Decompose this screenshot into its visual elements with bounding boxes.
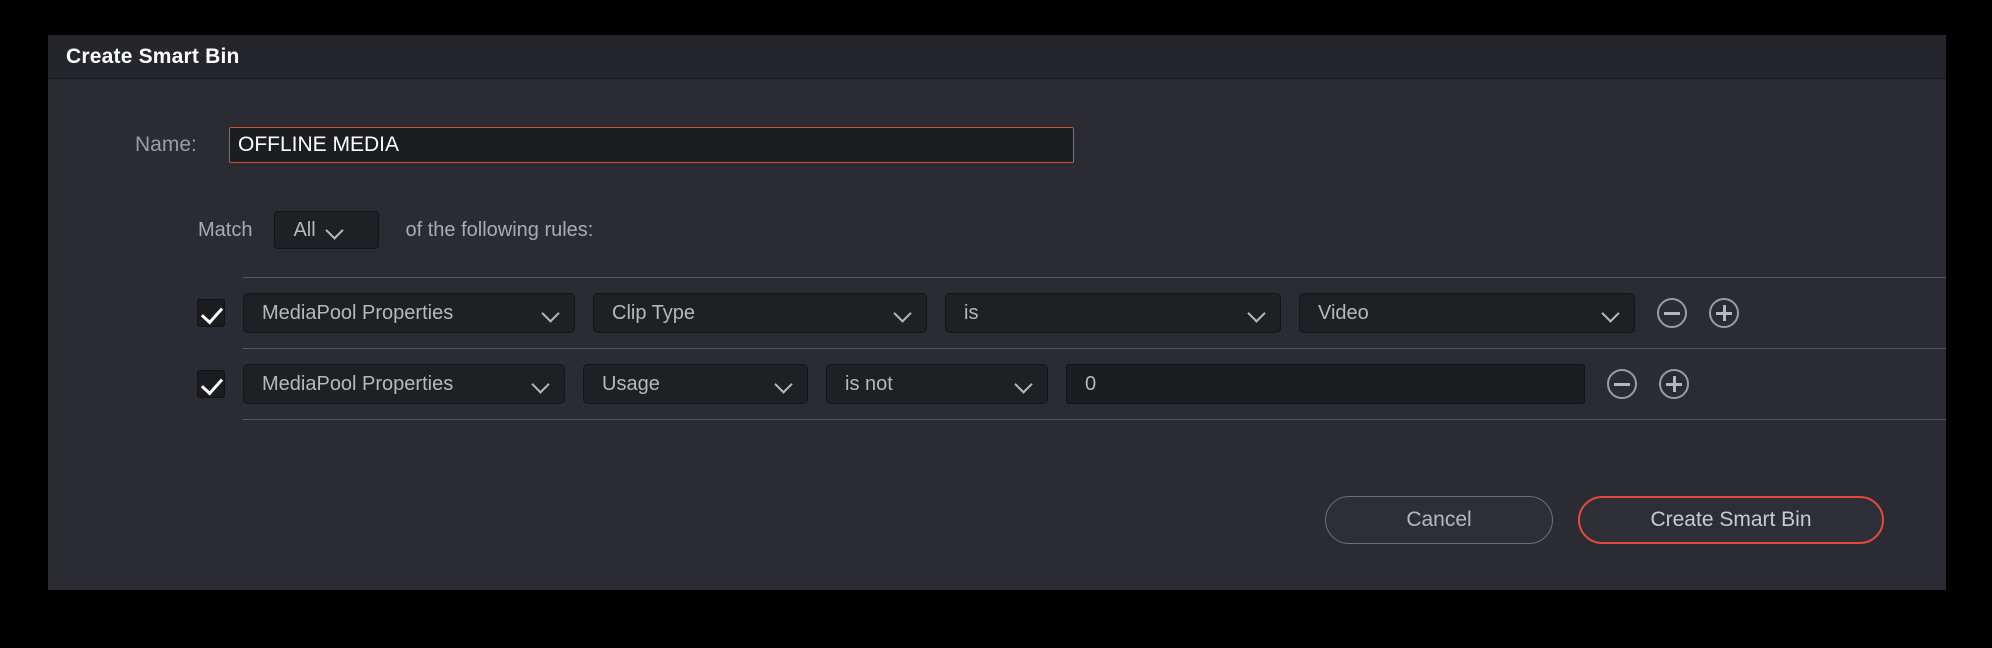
table-row: MediaPool Properties Usage is not 0 — [165, 349, 1884, 419]
screen-background: Create Smart Bin Name: Match All of the … — [0, 0, 1992, 648]
rule-operator-value: is not — [845, 372, 893, 395]
match-row: Match All of the following rules: — [110, 211, 1884, 249]
chevron-down-icon — [542, 304, 560, 322]
rule-property-value: Usage — [602, 372, 660, 395]
rule-property-select[interactable]: Clip Type — [593, 293, 927, 333]
dialog-titlebar: Create Smart Bin — [48, 35, 1946, 79]
chevron-down-icon — [775, 375, 793, 393]
match-mode-value: All — [293, 218, 316, 241]
rule-value-select[interactable]: Video — [1299, 293, 1635, 333]
rule-enabled-checkbox[interactable] — [197, 299, 225, 327]
rule-value-text: Video — [1318, 301, 1369, 324]
plus-circle-icon[interactable] — [1709, 298, 1739, 328]
chevron-down-icon — [1602, 304, 1620, 322]
cancel-button[interactable]: Cancel — [1325, 496, 1553, 544]
rule-value-text: 0 — [1085, 372, 1097, 395]
chevron-down-icon — [894, 304, 912, 322]
match-prefix-label: Match — [198, 218, 253, 241]
minus-circle-icon[interactable] — [1607, 369, 1637, 399]
name-row: Name: — [110, 127, 1884, 163]
rule-enabled-checkbox[interactable] — [197, 370, 225, 398]
name-input[interactable] — [229, 127, 1074, 163]
rule-property-value: Clip Type — [612, 301, 696, 324]
table-row: MediaPool Properties Clip Type is Video — [165, 278, 1884, 348]
dialog-title: Create Smart Bin — [66, 44, 240, 68]
chevron-down-icon — [1248, 304, 1266, 322]
rule-category-select[interactable]: MediaPool Properties — [243, 293, 575, 333]
plus-circle-icon[interactable] — [1659, 369, 1689, 399]
rule-category-value: MediaPool Properties — [262, 372, 454, 395]
rule-category-value: MediaPool Properties — [262, 301, 454, 324]
dialog-footer: Cancel Create Smart Bin — [1325, 496, 1884, 544]
rule-property-select[interactable]: Usage — [583, 364, 808, 404]
rule-value-input[interactable]: 0 — [1066, 364, 1585, 404]
rules-list: MediaPool Properties Clip Type is Video — [110, 277, 1946, 420]
match-mode-select[interactable]: All — [274, 211, 380, 249]
rule-operator-select[interactable]: is — [945, 293, 1281, 333]
chevron-down-icon — [326, 221, 344, 239]
minus-circle-icon[interactable] — [1657, 298, 1687, 328]
chevron-down-icon — [1015, 375, 1033, 393]
rule-divider-bottom — [243, 419, 1946, 420]
rule-category-select[interactable]: MediaPool Properties — [243, 364, 565, 404]
create-smart-bin-button[interactable]: Create Smart Bin — [1578, 496, 1884, 544]
chevron-down-icon — [532, 375, 550, 393]
name-label: Name: — [135, 133, 197, 156]
rule-operator-select[interactable]: is not — [826, 364, 1048, 404]
rule-operator-value: is — [964, 301, 979, 324]
create-smart-bin-dialog: Create Smart Bin Name: Match All of the … — [48, 35, 1946, 590]
match-suffix-label: of the following rules: — [405, 218, 594, 241]
dialog-body: Name: Match All of the following rules: — [48, 79, 1946, 590]
